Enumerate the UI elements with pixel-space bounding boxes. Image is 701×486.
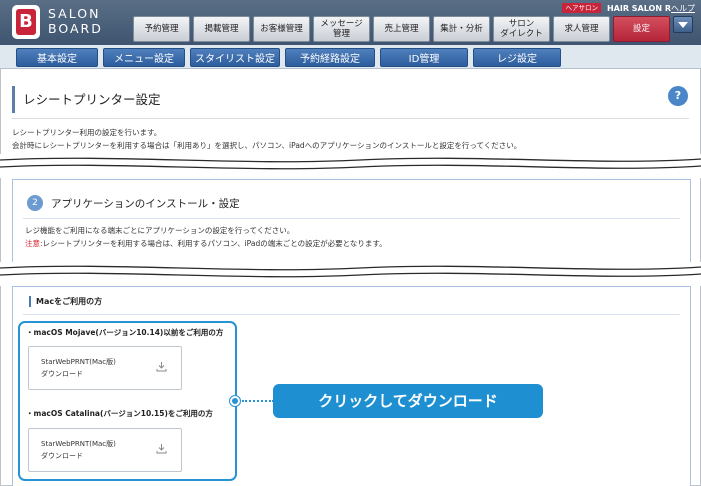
- nav-analytics[interactable]: 集計・分析: [433, 16, 490, 42]
- page-title: レシートプリンター設定: [23, 92, 161, 107]
- subnav-stylist-settings[interactable]: スタイリスト設定: [190, 48, 280, 67]
- install-settings-section: 2 アプリケーションのインストール・設定 レジ機能をご利用になる端末ごとにアプリ…: [12, 179, 691, 269]
- subnav-booking-route-settings[interactable]: 予約経路設定: [285, 48, 375, 67]
- nav-settings[interactable]: 設定: [613, 16, 670, 42]
- step-number-badge: 2: [27, 195, 43, 211]
- section-title: アプリケーションのインストール・設定: [51, 198, 240, 210]
- nav-messages[interactable]: メッセージ 管理: [313, 16, 370, 42]
- subnav-bar: 基本設定 メニュー設定 スタイリスト設定 予約経路設定 ID管理 レジ設定: [0, 45, 701, 69]
- top-nav: 予約管理 掲載管理 お客様管理 メッセージ 管理 売上管理 集計・分析 サロン …: [133, 16, 670, 42]
- nav-salon-direct[interactable]: サロン ダイレクト: [493, 16, 550, 42]
- nav-listings[interactable]: 掲載管理: [193, 16, 250, 42]
- subnav-id-management[interactable]: ID管理: [380, 48, 468, 67]
- torn-edge-divider: [0, 154, 701, 178]
- logo-text: SALON BOARD: [48, 6, 103, 36]
- torn-edge-divider: [0, 262, 701, 286]
- page-title-wrap: レシートプリンター設定: [12, 86, 161, 113]
- salon-board-logo-icon[interactable]: B: [12, 5, 40, 39]
- menu-dropdown-button[interactable]: [673, 16, 693, 33]
- warning-text: 注意:レシートプリンターを利用する場合は、利用するパソコン、iPadの端末ごとの…: [25, 239, 387, 248]
- salon-type-badge: ヘアサロン: [562, 3, 601, 13]
- nav-sales[interactable]: 売上管理: [373, 16, 430, 42]
- subnav-menu-settings[interactable]: メニュー設定: [103, 48, 185, 67]
- download-highlight-frame: [18, 321, 237, 481]
- header: B SALON BOARD ヘアサロン HAIR SALON R ヘルプ 予約管…: [0, 0, 701, 45]
- divider: [23, 314, 680, 315]
- help-icon[interactable]: ?: [668, 86, 688, 106]
- subnav-basic-settings[interactable]: 基本設定: [16, 48, 98, 67]
- callout-pointer-dot: [230, 396, 240, 406]
- salon-info: ヘアサロン HAIR SALON R: [562, 3, 671, 13]
- nav-reservations[interactable]: 予約管理: [133, 16, 190, 42]
- mac-section-title: Macをご利用の方: [29, 296, 102, 307]
- chevron-down-icon: [678, 21, 688, 28]
- help-link[interactable]: ヘルプ: [671, 3, 695, 14]
- callout-connector: [242, 400, 274, 402]
- nav-customers[interactable]: お客様管理: [253, 16, 310, 42]
- salon-name: HAIR SALON R: [606, 3, 671, 13]
- subnav-register-settings[interactable]: レジ設定: [473, 48, 561, 67]
- section-description: レジ機能をご利用になる端末ごとにアプリケーションの設定を行ってください。 注意:…: [25, 226, 387, 248]
- intro-text: レシートプリンター利用の設定を行います。 会計時にレシートプリンターを利用する場…: [12, 128, 522, 150]
- divider: [12, 118, 689, 119]
- download-callout-label: クリックしてダウンロード: [273, 384, 543, 418]
- nav-recruitment[interactable]: 求人管理: [553, 16, 610, 42]
- settings-subnav: 基本設定 メニュー設定 スタイリスト設定 予約経路設定 ID管理 レジ設定: [16, 48, 561, 67]
- divider: [23, 218, 680, 219]
